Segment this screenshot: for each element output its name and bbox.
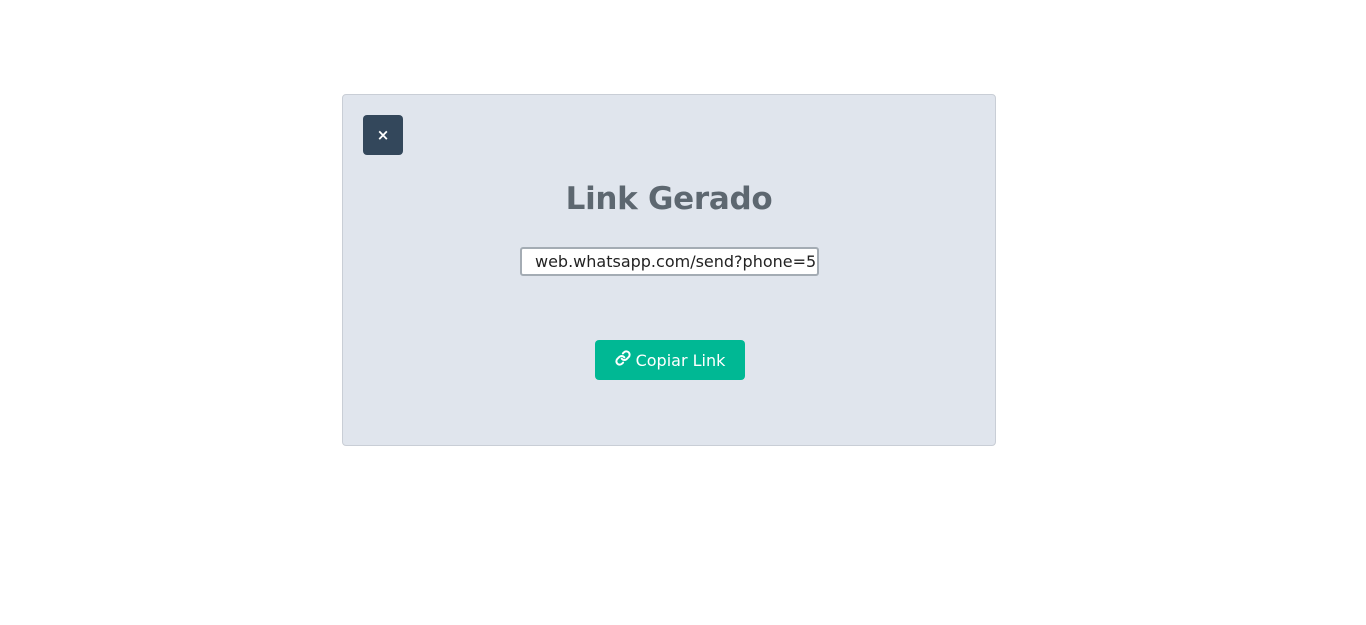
copy-link-label: Copiar Link	[635, 350, 726, 370]
link-icon	[614, 350, 631, 366]
dialog-title: Link Gerado	[565, 181, 773, 217]
close-icon: ×	[376, 125, 390, 144]
link-generated-dialog: × Link Gerado Copiar Link	[342, 94, 996, 446]
copy-link-button[interactable]: Copiar Link	[595, 340, 745, 380]
page: × Link Gerado Copiar Link	[0, 0, 1366, 625]
close-button[interactable]: ×	[363, 115, 403, 155]
generated-link-field[interactable]	[520, 247, 819, 276]
